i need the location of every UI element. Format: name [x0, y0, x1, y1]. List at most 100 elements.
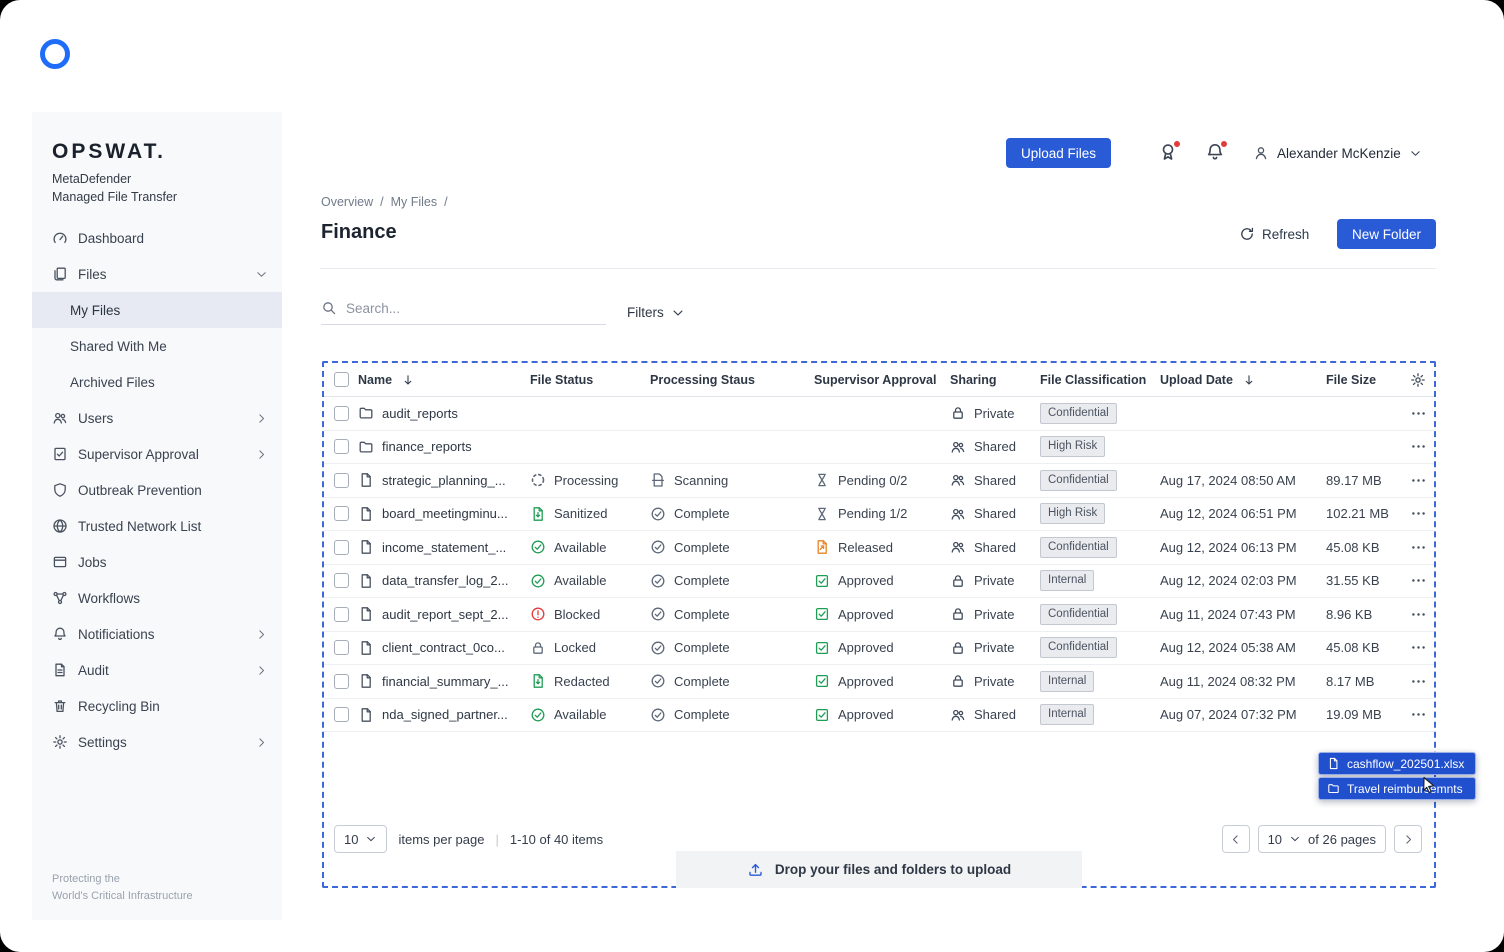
column-header-file-classification[interactable]: File Classification — [1040, 373, 1146, 387]
sidebar-item-jobs[interactable]: Jobs — [32, 544, 282, 580]
check-circle-icon — [530, 539, 546, 555]
row-checkbox[interactable] — [334, 472, 349, 488]
table-header: Name File Status Processing Staus Superv… — [324, 363, 1434, 397]
approved-icon — [814, 606, 830, 622]
prev-page-button[interactable] — [1221, 825, 1250, 853]
opswat-logo: OPSWAT. — [52, 140, 166, 163]
supervisor-approval: Approved — [838, 640, 894, 656]
file-status: Available — [554, 539, 607, 555]
row-actions-button[interactable] — [1410, 673, 1427, 690]
table-row[interactable]: audit_reports Private Confidential — [324, 397, 1434, 431]
sort-down-icon[interactable] — [1242, 373, 1256, 387]
upload-date: Aug 12, 2024 05:38 AM — [1160, 640, 1296, 656]
refresh-button[interactable]: Refresh — [1239, 226, 1309, 242]
row-checkbox[interactable] — [334, 539, 349, 555]
chevron-down-icon — [1289, 833, 1301, 845]
row-actions-button[interactable] — [1410, 472, 1427, 489]
sort-down-icon[interactable] — [401, 373, 415, 387]
release-icon — [814, 539, 830, 555]
column-header-supervisor-approval[interactable]: Supervisor Approval — [814, 373, 937, 387]
table-row[interactable]: audit_report_sept_2... Blocked Complete App… — [324, 598, 1434, 632]
row-checkbox[interactable] — [334, 606, 349, 622]
sidebar-item-files[interactable]: Files — [32, 256, 282, 292]
column-header-processing-status[interactable]: Processing Staus — [650, 373, 755, 387]
column-header-file-size[interactable]: File Size — [1326, 373, 1376, 387]
row-actions-button[interactable] — [1410, 539, 1427, 556]
sidebar-item-label: Outbreak Prevention — [78, 482, 202, 498]
row-checkbox[interactable] — [334, 707, 349, 723]
dashboard-icon — [52, 230, 68, 246]
sidebar-item-dashboard[interactable]: Dashboard — [32, 220, 282, 256]
sidebar-item-workflows[interactable]: Workflows — [32, 580, 282, 616]
sidebar-item-notificiations[interactable]: Notificiations — [32, 616, 282, 652]
row-checkbox[interactable] — [334, 573, 349, 589]
check-circle-icon — [650, 640, 666, 656]
table-row[interactable]: financial_summary_... Redacted Complete App… — [324, 665, 1434, 699]
page-select[interactable]: 10 of 26 pages — [1257, 825, 1386, 853]
sidebar-item-supervisor-approval[interactable]: Supervisor Approval — [32, 436, 282, 472]
column-header-sharing[interactable]: Sharing — [950, 373, 997, 387]
row-checkbox[interactable] — [334, 673, 349, 689]
sidebar-item-label: Files — [78, 266, 107, 282]
sidebar-item-users[interactable]: Users — [32, 400, 282, 436]
processing-status: Complete — [674, 539, 730, 555]
row-checkbox[interactable] — [334, 506, 349, 522]
doc-clean-icon — [530, 673, 546, 689]
items-per-page-select[interactable]: 10 — [334, 825, 388, 853]
user-menu[interactable]: Alexander McKenzie — [1253, 142, 1422, 164]
select-all-checkbox[interactable] — [334, 372, 349, 387]
sidebar-item-my-files[interactable]: My Files — [32, 292, 282, 328]
sidebar-item-audit[interactable]: Audit — [32, 652, 282, 688]
row-checkbox[interactable] — [334, 439, 349, 455]
column-header-upload-date[interactable]: Upload Date — [1160, 373, 1233, 387]
sidebar-item-shared-with-me[interactable]: Shared With Me — [32, 328, 282, 364]
upload-files-button[interactable]: Upload Files — [1006, 138, 1112, 168]
row-checkbox[interactable] — [334, 640, 349, 656]
upload-date: Aug 12, 2024 06:13 PM — [1160, 539, 1297, 555]
check-circle-icon — [530, 707, 546, 723]
file-drop-zone[interactable]: Name File Status Processing Staus Superv… — [322, 361, 1436, 888]
breadcrumb-my-files[interactable]: My Files — [391, 195, 438, 209]
classification-badge: Confidential — [1040, 603, 1117, 625]
filters-button[interactable]: Filters — [627, 305, 685, 320]
table-row[interactable]: data_transfer_log_2... Available Complete A… — [324, 565, 1434, 598]
row-actions-button[interactable] — [1410, 505, 1427, 522]
sidebar-item-outbreak-prevention[interactable]: Outbreak Prevention — [32, 472, 282, 508]
new-folder-button[interactable]: New Folder — [1337, 219, 1437, 249]
next-page-button[interactable] — [1394, 825, 1422, 853]
sharing-status: Shared — [974, 439, 1016, 455]
column-settings-icon[interactable] — [1410, 372, 1426, 388]
brand: OPSWAT. MetaDefender Managed File Transf… — [32, 112, 282, 220]
table-row[interactable]: client_contract_0co... Locked Complete Appr… — [324, 632, 1434, 665]
column-header-file-status[interactable]: File Status — [530, 373, 593, 387]
sidebar-item-label: Settings — [78, 734, 127, 750]
sharing-status: Private — [974, 673, 1015, 689]
sidebar-item-recycling-bin[interactable]: Recycling Bin — [32, 688, 282, 724]
sidebar-item-trusted-network-list[interactable]: Trusted Network List — [32, 508, 282, 544]
row-actions-button[interactable] — [1410, 572, 1427, 589]
row-checkbox[interactable] — [334, 405, 349, 421]
file-size: 45.08 KB — [1326, 640, 1380, 656]
users-icon — [52, 410, 68, 426]
search-input[interactable] — [346, 300, 606, 316]
table-row[interactable]: nda_signed_partner... Available Complete Ap… — [324, 699, 1434, 732]
sidebar-item-archived-files[interactable]: Archived Files — [32, 364, 282, 400]
chevron-right-icon — [255, 412, 268, 425]
classification-badge: Confidential — [1040, 637, 1117, 659]
sidebar-item-settings[interactable]: Settings — [32, 724, 282, 760]
row-actions-button[interactable] — [1410, 706, 1427, 723]
row-actions-button[interactable] — [1410, 405, 1427, 422]
people-icon — [950, 707, 966, 723]
certificates-button[interactable] — [1158, 140, 1181, 164]
table-row[interactable]: strategic_planning_... Processing Scanning… — [324, 464, 1434, 498]
row-actions-button[interactable] — [1410, 606, 1427, 623]
column-header-name[interactable]: Name — [358, 373, 392, 387]
table-row[interactable]: finance_reports Shared High Risk — [324, 431, 1434, 464]
table-row[interactable]: board_meetingminu... Sanitized Complete Pen… — [324, 498, 1434, 531]
row-actions-button[interactable] — [1410, 438, 1427, 455]
row-actions-button[interactable] — [1410, 639, 1427, 656]
table-row[interactable]: income_statement_... Available Complete Rel… — [324, 531, 1434, 565]
check-circle-icon — [650, 673, 666, 689]
notifications-button[interactable] — [1205, 140, 1228, 164]
breadcrumb-overview[interactable]: Overview — [321, 195, 373, 209]
